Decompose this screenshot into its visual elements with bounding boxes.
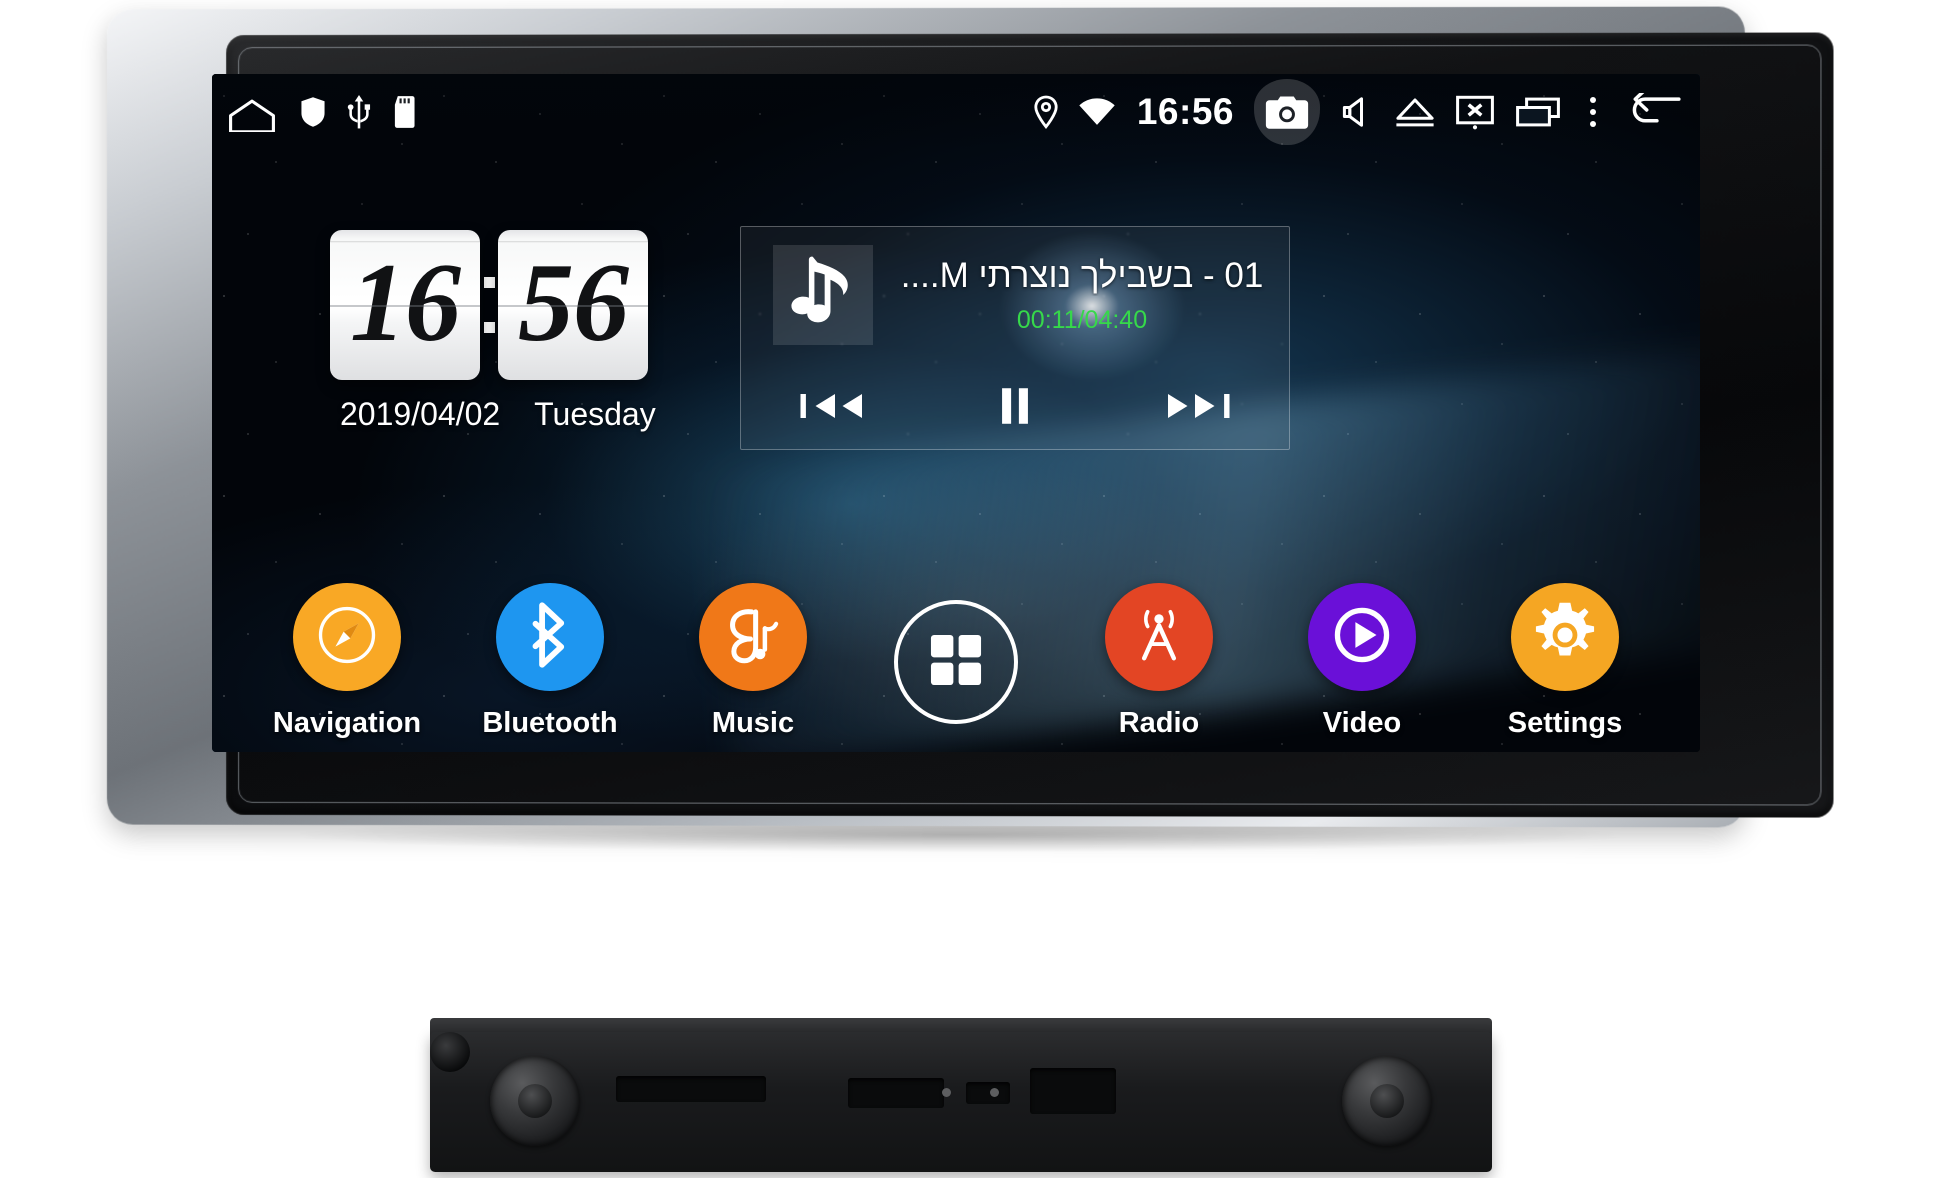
pause-button[interactable] [972, 375, 1058, 437]
previous-track-button[interactable] [789, 375, 875, 437]
app-settings-circle[interactable] [1511, 583, 1619, 691]
sd-card-icon [392, 96, 418, 128]
chassis-rear-cage [430, 1032, 1492, 1172]
radio-tower-icon [1128, 604, 1190, 671]
app-all-apps-circle[interactable] [894, 600, 1018, 724]
clock-colon-separator [480, 230, 498, 380]
chassis-port-box [1030, 1068, 1116, 1114]
shield-icon [300, 96, 326, 128]
app-video-label: Video [1322, 707, 1402, 739]
app-music-label: Music [711, 707, 795, 739]
music-note-icon [787, 254, 859, 337]
status-bar: 16:56 [212, 74, 1700, 150]
flip-clock: 16 56 [330, 230, 650, 380]
clock-minutes: 56 [518, 241, 629, 365]
chassis-port-usb [848, 1078, 944, 1108]
track-title: 01 - בשבילך נוצרתי M.... [900, 255, 1264, 295]
app-grid-icon [927, 631, 985, 694]
app-bluetooth-circle[interactable] [496, 583, 604, 691]
usb-icon [346, 95, 372, 129]
app-all-apps[interactable] [861, 600, 1051, 740]
camera-button[interactable] [1254, 79, 1320, 145]
app-bluetooth[interactable]: Bluetooth [455, 583, 645, 740]
next-track-button[interactable] [1155, 375, 1241, 437]
overflow-menu-icon[interactable] [1580, 97, 1606, 127]
app-video[interactable]: Video [1267, 583, 1457, 740]
mute-icon[interactable] [1338, 94, 1376, 130]
album-art-placeholder [773, 245, 873, 345]
app-radio-label: Radio [1118, 707, 1200, 739]
chassis-screw-b [990, 1088, 999, 1097]
track-time: 00:11/04:40 [1016, 305, 1148, 334]
play-circle-icon [1329, 602, 1395, 673]
clock-widget[interactable]: 16 56 2019/04/02 Tuesday [330, 230, 656, 433]
product-photo-stage: 16:56 16 56 2019/04/02 Tuesday 01 - בשבי… [0, 0, 1946, 1178]
home-outline-icon[interactable] [224, 92, 280, 132]
chassis-port-round [430, 1032, 470, 1072]
screen-off-icon[interactable] [1454, 94, 1496, 130]
status-bar-clock: 16:56 [1136, 91, 1234, 132]
clock-minutes-card: 56 [498, 230, 648, 380]
app-radio[interactable]: Radio [1064, 583, 1254, 740]
clock-weekday: Tuesday [534, 396, 656, 432]
app-dock: Navigation Bluetooth Music Radio Video S… [236, 583, 1676, 740]
status-bar-left-group [224, 92, 418, 132]
back-arrow-icon[interactable] [1624, 93, 1684, 131]
clock-hours-card: 16 [330, 230, 480, 380]
app-navigation[interactable]: Navigation [252, 583, 442, 740]
chassis-port-sd [966, 1082, 1010, 1104]
music-track-info: 01 - בשבילך נוצרתי M.... 00:11/04:40 [873, 256, 1275, 335]
touchscreen-display[interactable]: 16:56 16 56 2019/04/02 Tuesday 01 - בשבי… [212, 74, 1700, 752]
music-player-controls [741, 363, 1289, 449]
chassis-port-slot [616, 1076, 766, 1102]
recent-apps-icon[interactable] [1514, 95, 1562, 129]
music-player-widget[interactable]: 01 - בשבילך נוצרתי M.... 00:11/04:40 [740, 226, 1290, 450]
compass-icon [316, 604, 378, 671]
clock-date-row: 2019/04/02 Tuesday [330, 396, 656, 433]
clock-date: 2019/04/02 [340, 396, 501, 432]
app-navigation-label: Navigation [272, 707, 422, 739]
speaker-right [1342, 1056, 1432, 1146]
speaker-left [490, 1056, 580, 1146]
music-player-header: 01 - בשבילך נוצרתי M.... 00:11/04:40 [741, 227, 1289, 363]
wifi-icon[interactable] [1077, 97, 1117, 127]
gear-icon [1530, 600, 1600, 675]
app-radio-circle[interactable] [1105, 583, 1213, 691]
chassis-screw-a [942, 1088, 951, 1097]
app-music-circle[interactable] [699, 583, 807, 691]
music-note-icon [720, 602, 786, 673]
app-settings[interactable]: Settings [1470, 583, 1660, 740]
eject-icon[interactable] [1394, 95, 1436, 129]
status-bar-right-group: 16:56 [1033, 79, 1684, 145]
app-navigation-circle[interactable] [293, 583, 401, 691]
clock-hours: 16 [350, 241, 461, 365]
app-video-circle[interactable] [1308, 583, 1416, 691]
app-music[interactable]: Music [658, 583, 848, 740]
bluetooth-icon [527, 601, 573, 673]
location-pin-icon [1033, 95, 1059, 129]
app-bluetooth-label: Bluetooth [482, 707, 618, 739]
app-settings-label: Settings [1507, 707, 1623, 739]
